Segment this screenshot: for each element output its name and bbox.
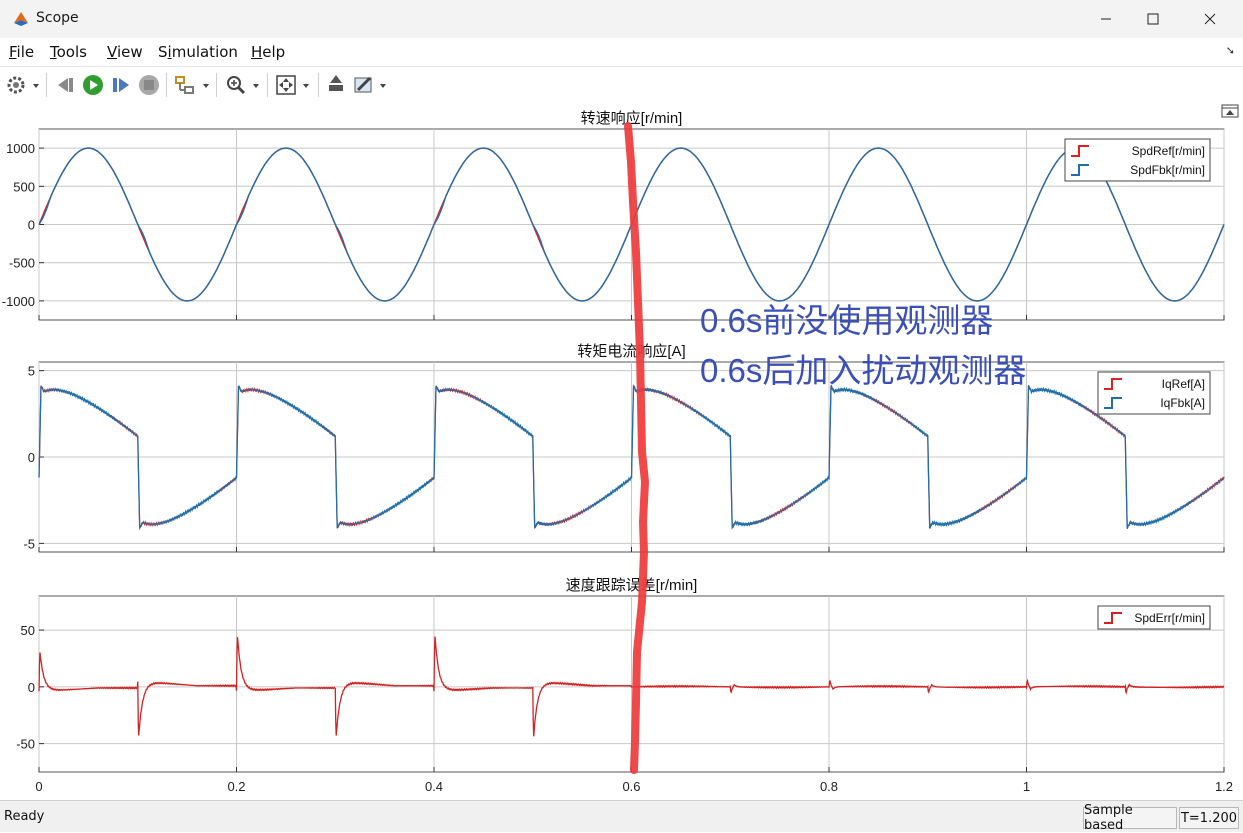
annotation-line1: 0.6s前没使用观测器	[700, 302, 993, 339]
y-tick-label: 1000	[6, 141, 35, 156]
y-tick-label: 500	[13, 179, 35, 194]
menu-simulation[interactable]: Simulation	[158, 43, 238, 61]
menu-view[interactable]: View	[107, 43, 143, 61]
chart-current-response: -5 0 5 转矩电流响应[A] IqRef[A] IqFbk[A]	[23, 342, 1225, 553]
x-tick-label: 0.6	[622, 779, 640, 794]
y-tick-label: -50	[16, 737, 35, 752]
undock-icon[interactable]	[1221, 104, 1239, 118]
legend-label: SpdRef[r/min]	[1132, 144, 1205, 158]
menu-file[interactable]: File	[9, 43, 34, 61]
menu-bar: File Tools View Simulation Help ➘	[0, 38, 1243, 66]
style-icon	[354, 76, 386, 93]
scope-plot-area: -1000 -500 0 500 1000 转速响应[r/min] SpdRef[r/min…	[0, 102, 1243, 800]
zoom-button[interactable]	[224, 73, 262, 97]
window-title: Scope	[36, 10, 79, 26]
fit-button[interactable]	[274, 73, 314, 97]
menu-help[interactable]: Help	[251, 43, 285, 61]
title-bar: Scope	[0, 0, 1243, 38]
step-back-icon	[58, 78, 73, 92]
minimize-icon	[1101, 18, 1111, 20]
x-tick-label: 0.2	[227, 779, 245, 794]
chart-speed-response: -1000-50005001000转速响应[r/min]SpdRef[r/min…	[2, 109, 1225, 321]
chart-speed-error: 0 0.2 0.4 0.6 0.8 1 1.2 -50 0 50 速度跟踪误差[r/min] SpdE…	[16, 577, 1233, 794]
status-bar: Ready Sample based T=1.200	[0, 800, 1243, 833]
step-back-button[interactable]	[54, 73, 78, 97]
close-icon	[1204, 13, 1216, 25]
style-button[interactable]	[352, 73, 390, 97]
settings-button[interactable]	[6, 73, 40, 97]
cursor-measure-button[interactable]	[325, 73, 349, 97]
x-tick-label: 0.4	[425, 779, 443, 794]
legend-label: SpdFbk[r/min]	[1130, 163, 1205, 177]
y-tick-label: -5	[23, 536, 35, 551]
x-tick-label: 0.8	[820, 779, 838, 794]
annotation-line2: 0.6s后加入扰动观测器	[700, 352, 1026, 389]
status-sample-mode: Sample based	[1083, 803, 1177, 833]
legend: SpdRef[r/min] SpdFbk[r/min]	[1064, 138, 1211, 182]
y-tick-label: 0	[28, 680, 35, 695]
status-ready: Ready	[4, 809, 45, 824]
legend-label: SpdErr[r/min]	[1134, 611, 1205, 625]
legend-label: IqFbk[A]	[1160, 396, 1205, 410]
status-sim-time: T=1.200	[1179, 807, 1239, 829]
x-tick-label: 1.2	[1215, 779, 1233, 794]
menu-overflow-icon[interactable]: ➘	[1226, 44, 1235, 57]
fit-icon	[276, 75, 309, 95]
highlight-block-button[interactable]	[173, 73, 211, 97]
stop-button[interactable]	[137, 73, 161, 97]
maximize-icon	[1147, 13, 1159, 25]
highlight-block-icon	[175, 76, 209, 94]
x-tick-label: 1	[1023, 779, 1030, 794]
run-button[interactable]	[81, 73, 105, 97]
y-tick-label: 50	[21, 623, 35, 638]
y-tick-label: 0	[28, 450, 35, 465]
y-tick-label: -1000	[2, 294, 35, 309]
y-tick-label: 0	[28, 218, 35, 233]
stop-icon	[139, 75, 159, 95]
legend: SpdErr[r/min]	[1097, 605, 1211, 630]
step-forward-icon	[113, 78, 129, 92]
chart-title: 转矩电流响应[A]	[577, 342, 685, 360]
zoom-icon	[227, 76, 259, 95]
close-button[interactable]	[1187, 0, 1233, 38]
run-icon	[83, 75, 103, 95]
menu-tools[interactable]: Tools	[50, 43, 87, 61]
matlab-icon	[14, 12, 28, 26]
chart-title: 速度跟踪误差[r/min]	[566, 577, 698, 594]
legend-label: IqRef[A]	[1162, 377, 1205, 391]
settings-icon	[7, 76, 39, 94]
cursor-measure-icon	[329, 75, 343, 91]
step-forward-button[interactable]	[109, 73, 133, 97]
legend: IqRef[A] IqFbk[A]	[1097, 371, 1211, 415]
maximize-button[interactable]	[1130, 0, 1176, 38]
y-tick-label: 5	[28, 364, 35, 379]
y-tick-label: -500	[9, 256, 35, 271]
minimize-button[interactable]	[1083, 0, 1129, 38]
scope-plots: -1000-50005001000转速响应[r/min]SpdRef[r/min…	[2, 104, 1239, 794]
x-tick-label: 0	[35, 779, 42, 794]
toolbar	[0, 66, 1243, 104]
